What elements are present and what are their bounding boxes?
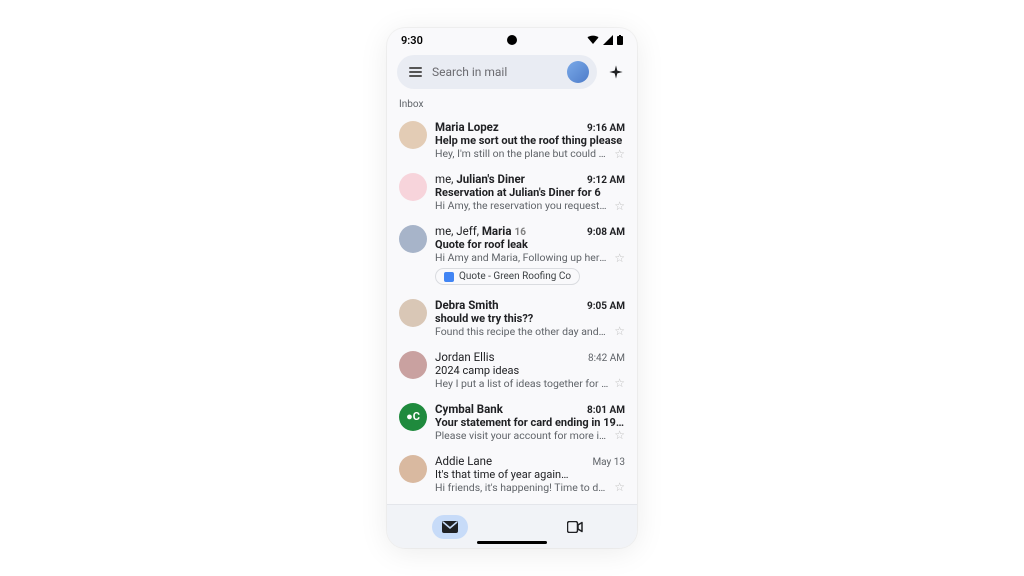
mail-body: Addie Lane May 13It's that time of year a… xyxy=(435,454,625,494)
timestamp: 9:05 AM xyxy=(587,301,625,312)
sender: me, Julian's Diner xyxy=(435,172,525,186)
mail-body: Jordan Ellis 8:42 AM2024 camp ideasHey I … xyxy=(435,350,625,390)
star-icon[interactable]: ☆ xyxy=(614,252,625,264)
snippet: Hi friends, it's happening! Time to dust… xyxy=(435,481,608,494)
snippet: Please visit your account for more infor… xyxy=(435,429,608,442)
star-icon[interactable]: ☆ xyxy=(614,429,625,441)
mail-body: Debra Smith 9:05 AMshould we try this??Fo… xyxy=(435,298,625,338)
sender: Maria Lopez xyxy=(435,120,499,134)
section-label: Inbox xyxy=(387,95,637,114)
timestamp: 9:08 AM xyxy=(587,227,625,238)
avatar xyxy=(399,225,427,253)
star-icon[interactable]: ☆ xyxy=(614,377,625,389)
mail-row[interactable]: Addie Lane May 13It's that time of year a… xyxy=(391,448,633,500)
thread-count: 16 xyxy=(515,227,526,238)
subject: Help me sort out the roof thing please xyxy=(435,134,625,147)
mail-row[interactable]: me, Julian's Diner 9:12 AMReservation at … xyxy=(391,166,633,218)
snippet: Hi Amy, the reservation you requested is… xyxy=(435,199,608,212)
star-icon[interactable]: ☆ xyxy=(614,148,625,160)
video-icon xyxy=(567,521,583,533)
camera-dot xyxy=(507,35,517,45)
subject: It's that time of year again… xyxy=(435,468,625,481)
timestamp: 9:16 AM xyxy=(587,123,625,134)
subject: 2024 camp ideas xyxy=(435,364,625,377)
mail-body: Maria Lopez 9:16 AMHelp me sort out the r… xyxy=(435,120,625,160)
subject: should we try this?? xyxy=(435,312,625,325)
star-icon[interactable]: ☆ xyxy=(614,325,625,337)
timestamp: 8:01 AM xyxy=(587,405,625,416)
mail-body: Cymbal Bank 8:01 AMYour statement for car… xyxy=(435,402,625,442)
avatar xyxy=(399,299,427,327)
status-icons xyxy=(587,35,623,45)
mail-row[interactable]: Jordan Ellis 8:42 AM2024 camp ideasHey I … xyxy=(391,344,633,396)
chip-label: Quote - Green Roofing Co xyxy=(459,271,571,282)
search-pill[interactable]: Search in mail xyxy=(397,55,597,89)
battery-icon xyxy=(617,35,623,45)
cell-signal-icon xyxy=(603,35,613,45)
snippet: Found this recipe the other day and it m… xyxy=(435,325,608,338)
sender: me, Jeff, Maria16 xyxy=(435,224,526,238)
avatar: ●C xyxy=(399,403,427,431)
search-row: Search in mail xyxy=(387,52,637,95)
snippet: Hey I put a list of ideas together for p… xyxy=(435,377,608,390)
snippet: Hey, I'm still on the plane but could yo… xyxy=(435,147,608,160)
timestamp: 9:12 AM xyxy=(587,175,625,186)
sender: Cymbal Bank xyxy=(435,402,503,416)
hamburger-menu-icon[interactable] xyxy=(409,67,422,76)
snippet: Hi Amy and Maria, Following up here t… xyxy=(435,251,608,264)
phone-frame: 9:30 Search in mail Inbox Maria Lopez 9:1… xyxy=(387,28,637,548)
mail-icon xyxy=(442,521,458,533)
sender: Addie Lane xyxy=(435,454,492,468)
doc-icon xyxy=(444,272,454,282)
star-icon[interactable]: ☆ xyxy=(614,200,625,212)
nav-meet[interactable] xyxy=(557,515,593,539)
avatar xyxy=(399,121,427,149)
sender: Debra Smith xyxy=(435,298,499,312)
timestamp: 8:42 AM xyxy=(588,353,625,364)
mail-row[interactable]: Debra Smith 9:05 AMshould we try this??Fo… xyxy=(391,292,633,344)
avatar xyxy=(399,351,427,379)
sparkle-icon[interactable] xyxy=(605,61,627,83)
sender: Jordan Ellis xyxy=(435,350,495,364)
clock-text: 9:30 xyxy=(401,34,423,47)
mail-row[interactable]: me, Jeff, Maria16 9:08 AMQuote for roof l… xyxy=(391,218,633,292)
subject: Quote for roof leak xyxy=(435,238,625,251)
gesture-bar xyxy=(477,541,547,544)
star-icon[interactable]: ☆ xyxy=(614,481,625,493)
mail-body: me, Jeff, Maria16 9:08 AMQuote for roof l… xyxy=(435,224,625,286)
mail-body: me, Julian's Diner 9:12 AMReservation at … xyxy=(435,172,625,212)
subject: Reservation at Julian's Diner for 6 xyxy=(435,186,625,199)
nav-mail[interactable] xyxy=(432,515,468,539)
account-avatar[interactable] xyxy=(567,61,589,83)
avatar xyxy=(399,173,427,201)
mail-list: Maria Lopez 9:16 AMHelp me sort out the r… xyxy=(387,114,637,504)
search-placeholder: Search in mail xyxy=(432,65,557,79)
avatar xyxy=(399,455,427,483)
attachment-chip[interactable]: Quote - Green Roofing Co xyxy=(435,268,580,285)
timestamp: May 13 xyxy=(592,457,625,468)
mail-row[interactable]: Maria Lopez 9:16 AMHelp me sort out the r… xyxy=(391,114,633,166)
subject: Your statement for card ending in 1988 i… xyxy=(435,416,625,429)
wifi-icon xyxy=(587,35,599,45)
mail-row[interactable]: ●C Cymbal Bank 8:01 AMYour statement for c… xyxy=(391,396,633,448)
